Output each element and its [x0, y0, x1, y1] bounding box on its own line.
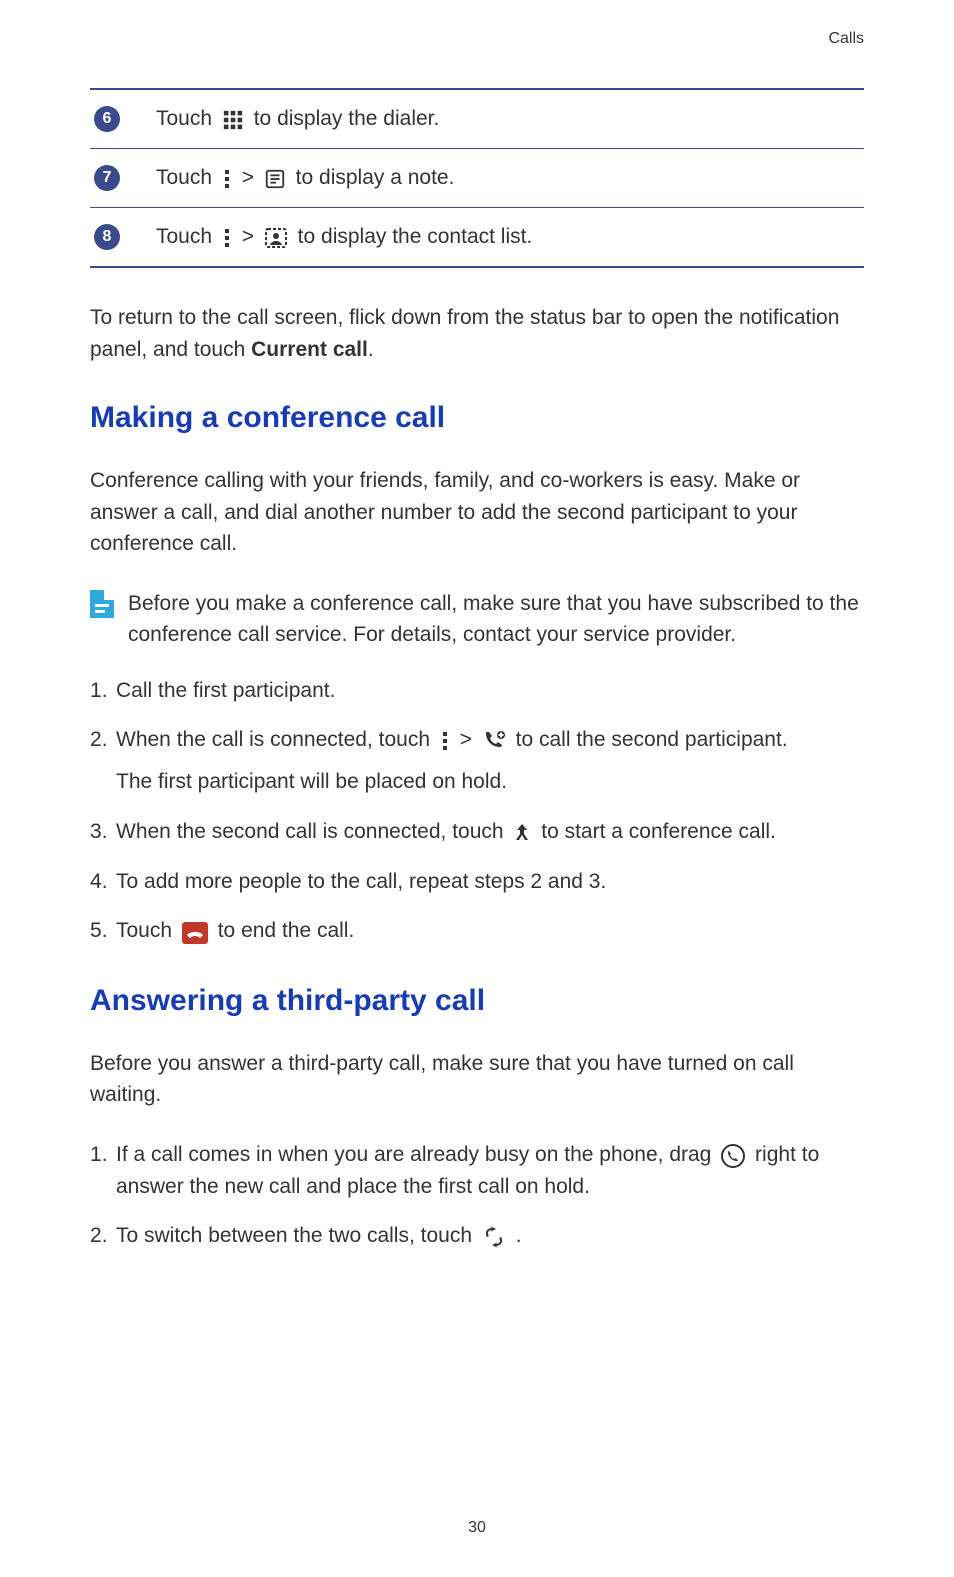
overflow-menu-icon [440, 725, 450, 757]
callout-number-badge: 7 [94, 165, 120, 191]
text-fragment: To add more people to the call, repeat s… [116, 870, 606, 893]
callout-text: Touch > to display the contact list. [156, 225, 532, 249]
merge-calls-icon [513, 816, 531, 848]
text-fragment: to display a note. [296, 166, 455, 189]
text-fragment: When the call is connected, touch [116, 728, 436, 751]
overflow-menu-icon [222, 225, 232, 249]
step-subtext: The first participant will be placed on … [116, 766, 864, 798]
step-item: To switch between the two calls, touch . [90, 1220, 864, 1252]
dialpad-icon [222, 107, 244, 131]
text-fragment: To switch between the two calls, touch [116, 1224, 478, 1247]
text-fragment: to display the dialer. [254, 107, 440, 130]
add-call-icon [482, 725, 506, 757]
thirdparty-intro: Before you answer a third-party call, ma… [90, 1048, 864, 1111]
callout-row-6: 6 Touch to display the dialer. [90, 90, 864, 148]
note-callout-icon [90, 590, 114, 618]
page: Calls 6 Touch to display the dialer. 7 T… [0, 0, 954, 1577]
callout-number-badge: 6 [94, 106, 120, 132]
text-fragment: > [460, 728, 478, 751]
text-fragment: to end the call. [218, 919, 355, 942]
text-fragment: If a call comes in when you are already … [116, 1143, 717, 1166]
text-fragment: . [516, 1224, 522, 1247]
text-fragment: To return to the call screen, flick down… [90, 306, 839, 361]
note-block: Before you make a conference call, make … [90, 588, 864, 651]
text-fragment: > [242, 166, 260, 189]
conference-steps: Call the first participant. When the cal… [90, 675, 864, 948]
step-item: If a call comes in when you are already … [90, 1139, 864, 1203]
contact-card-icon [264, 225, 288, 249]
note-icon [264, 166, 286, 190]
text-fragment: to start a conference call. [541, 820, 776, 843]
callout-number-badge: 8 [94, 224, 120, 250]
text-fragment: to call the second participant. [516, 728, 788, 751]
page-number: 30 [0, 1519, 954, 1537]
text-fragment: Touch [156, 166, 218, 189]
text-fragment: Touch [156, 225, 218, 248]
callout-row-8: 8 Touch > to display the contact list. [90, 207, 864, 266]
step-item: When the second call is connected, touch… [90, 816, 864, 848]
text-fragment: Touch [156, 107, 218, 130]
heading-conference: Making a conference call [90, 401, 864, 435]
answer-call-icon [721, 1139, 745, 1171]
bold-text: Current call [251, 338, 368, 361]
heading-thirdparty: Answering a third-party call [90, 984, 864, 1018]
step-item: When the call is connected, touch > to c… [90, 724, 864, 798]
step-item: To add more people to the call, repeat s… [90, 866, 864, 898]
callout-row-7: 7 Touch > to display a note. [90, 148, 864, 207]
callout-text: Touch > to display a note. [156, 166, 454, 190]
return-instruction: To return to the call screen, flick down… [90, 302, 864, 365]
note-text: Before you make a conference call, make … [128, 588, 864, 651]
text-fragment: When the second call is connected, touch [116, 820, 509, 843]
step-item: Call the first participant. [90, 675, 864, 707]
callout-text: Touch to display the dialer. [156, 107, 439, 131]
text-fragment: to display the contact list. [298, 225, 533, 248]
text-fragment: . [368, 338, 374, 361]
header-section-label: Calls [90, 30, 864, 48]
overflow-menu-icon [222, 166, 232, 190]
text-fragment: Call the first participant. [116, 679, 335, 702]
callout-table: 6 Touch to display the dialer. 7 Touch [90, 88, 864, 268]
step-item: Touch to end the call. [90, 915, 864, 947]
conference-intro: Conference calling with your friends, fa… [90, 465, 864, 560]
text-fragment: > [242, 225, 260, 248]
text-fragment: Touch [116, 919, 178, 942]
swap-calls-icon [482, 1221, 506, 1253]
thirdparty-steps: If a call comes in when you are already … [90, 1139, 864, 1253]
end-call-icon [182, 916, 208, 948]
